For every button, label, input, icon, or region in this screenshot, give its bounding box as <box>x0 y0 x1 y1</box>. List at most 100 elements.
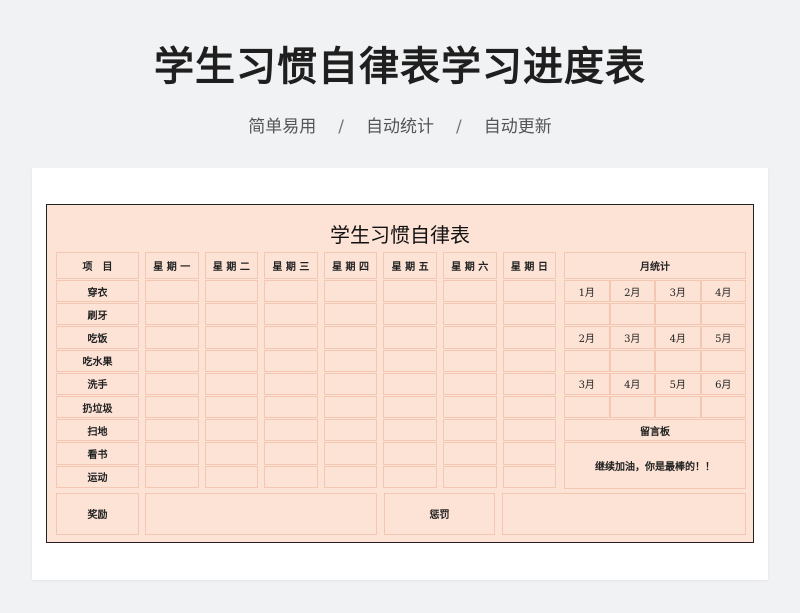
month-cell: 3月 <box>655 280 701 303</box>
check-cell[interactable] <box>443 326 497 349</box>
check-cell[interactable] <box>264 303 318 326</box>
item-label: 看书 <box>56 442 139 465</box>
punishment-cell[interactable] <box>502 492 746 535</box>
item-label: 扔垃圾 <box>56 396 139 419</box>
check-cell[interactable] <box>323 465 378 488</box>
check-cell[interactable] <box>443 419 497 442</box>
check-cell[interactable] <box>323 442 378 465</box>
check-cell[interactable] <box>323 303 378 326</box>
check-cell[interactable] <box>264 349 318 372</box>
check-cell[interactable] <box>204 419 259 442</box>
check-cell[interactable] <box>502 303 557 326</box>
month-cell: 2月 <box>564 326 610 349</box>
check-cell[interactable] <box>502 396 557 419</box>
reward-cell[interactable] <box>145 492 377 535</box>
month-cell: 1月 <box>564 280 610 303</box>
month-cell: 4月 <box>609 372 655 395</box>
weekday-header: 星 期 四 <box>323 252 378 279</box>
check-cell[interactable] <box>145 280 199 303</box>
check-cell[interactable] <box>264 280 318 303</box>
check-cell[interactable] <box>383 349 437 372</box>
check-cell[interactable] <box>443 442 497 465</box>
month-cell: 4月 <box>700 280 746 303</box>
month-cell: 6月 <box>700 372 746 395</box>
check-cell[interactable] <box>443 396 497 419</box>
check-cell[interactable] <box>443 372 497 395</box>
check-cell[interactable] <box>502 442 557 465</box>
check-cell[interactable] <box>443 349 497 372</box>
separator: / <box>456 117 462 137</box>
check-cell[interactable] <box>443 465 497 488</box>
check-cell[interactable] <box>264 372 318 395</box>
check-cell[interactable] <box>502 372 557 395</box>
check-cell[interactable] <box>383 372 437 395</box>
preview-card: 学生习惯自律表 项 目穿衣 刷牙 吃饭 吃水果 洗手 扔垃圾 扫地 看书 运动星 期 一星 期 … <box>32 168 768 580</box>
month-cell <box>655 349 701 372</box>
check-cell[interactable] <box>383 465 437 488</box>
message-board-text: 继续加油，你是最棒的！！ <box>564 442 746 489</box>
month-cell <box>564 396 610 419</box>
check-cell[interactable] <box>383 280 437 303</box>
item-header: 项 目 <box>56 252 139 279</box>
check-cell[interactable] <box>145 303 199 326</box>
check-cell[interactable] <box>204 465 259 488</box>
month-cell <box>700 303 746 326</box>
check-cell[interactable] <box>323 396 378 419</box>
check-cell[interactable] <box>323 326 378 349</box>
check-cell[interactable] <box>204 303 259 326</box>
check-cell[interactable] <box>145 465 199 488</box>
check-cell[interactable] <box>383 303 437 326</box>
month-cell <box>700 396 746 419</box>
check-cell[interactable] <box>502 349 557 372</box>
check-cell[interactable] <box>443 280 497 303</box>
check-cell[interactable] <box>383 326 437 349</box>
check-cell[interactable] <box>204 326 259 349</box>
month-cell: 2月 <box>609 280 655 303</box>
month-cell: 4月 <box>655 326 701 349</box>
check-cell[interactable] <box>145 326 199 349</box>
check-cell[interactable] <box>502 419 557 442</box>
check-cell[interactable] <box>383 396 437 419</box>
message-board-label: 留言板 <box>564 419 746 442</box>
month-cell: 5月 <box>700 326 746 349</box>
page-title: 学生习惯自律表学习进度表 <box>154 44 646 90</box>
check-cell[interactable] <box>264 396 318 419</box>
check-cell[interactable] <box>145 442 199 465</box>
check-cell[interactable] <box>264 442 318 465</box>
check-cell[interactable] <box>264 419 318 442</box>
check-cell[interactable] <box>264 326 318 349</box>
item-label: 扫地 <box>56 419 139 442</box>
check-cell[interactable] <box>323 372 378 395</box>
reward-label: 奖励 <box>56 492 139 535</box>
month-cell <box>564 303 610 326</box>
month-cell <box>609 303 655 326</box>
check-cell[interactable] <box>502 465 557 488</box>
separator: / <box>338 117 344 137</box>
check-cell[interactable] <box>204 280 259 303</box>
check-cell[interactable] <box>204 442 259 465</box>
month-cell: 5月 <box>655 372 701 395</box>
check-cell[interactable] <box>323 280 378 303</box>
weekday-header: 星 期 二 <box>204 252 259 279</box>
check-cell[interactable] <box>204 349 259 372</box>
check-cell[interactable] <box>204 396 259 419</box>
check-cell[interactable] <box>145 349 199 372</box>
check-cell[interactable] <box>145 419 199 442</box>
check-cell[interactable] <box>323 349 378 372</box>
check-cell[interactable] <box>443 303 497 326</box>
check-cell[interactable] <box>383 442 437 465</box>
check-cell[interactable] <box>502 326 557 349</box>
check-cell[interactable] <box>502 280 557 303</box>
item-label: 吃饭 <box>56 326 139 349</box>
check-cell[interactable] <box>145 396 199 419</box>
check-cell[interactable] <box>204 372 259 395</box>
check-cell[interactable] <box>383 419 437 442</box>
check-cell[interactable] <box>323 419 378 442</box>
monthly-header: 月统计 <box>564 252 746 279</box>
weekday-header: 星 期 六 <box>443 252 497 279</box>
check-cell[interactable] <box>264 465 318 488</box>
month-cell <box>564 349 610 372</box>
feature-3: 自动更新 <box>483 117 552 137</box>
item-label: 刷牙 <box>56 303 139 326</box>
check-cell[interactable] <box>145 372 199 395</box>
